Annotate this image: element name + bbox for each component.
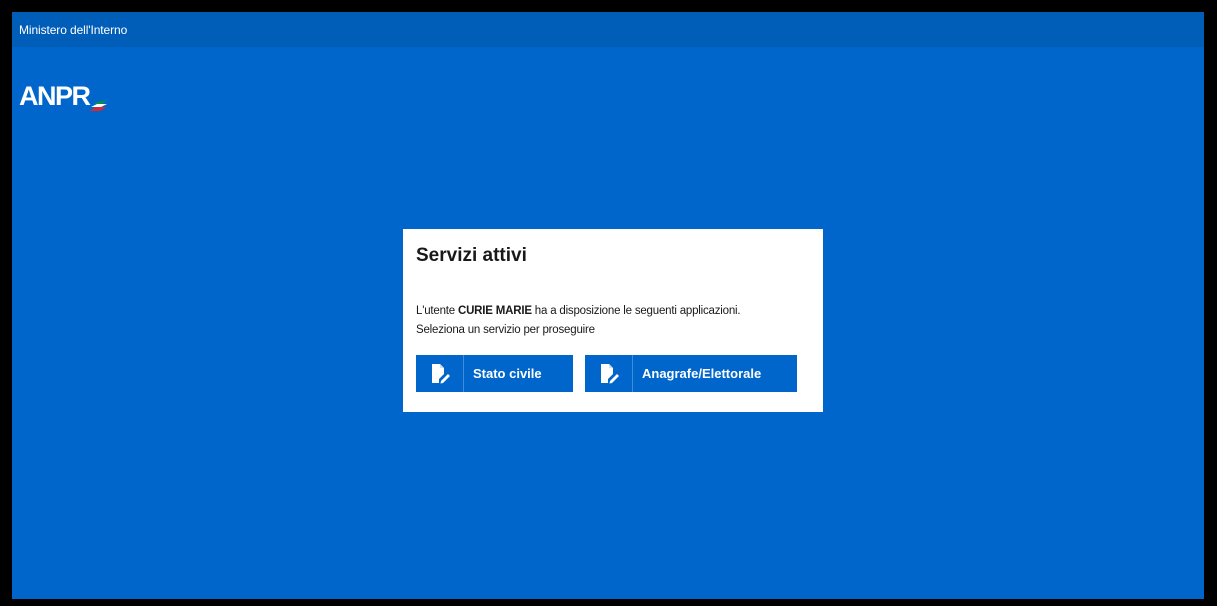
italian-flag-swoosh-icon <box>88 100 107 111</box>
anagrafe-elettorale-button[interactable]: Anagrafe/Elettorale <box>585 355 797 392</box>
user-availability-text: L'utente CURIE MARIE ha a disposizione l… <box>416 302 741 321</box>
intro-suffix: ha a disposizione le seguenti applicazio… <box>531 305 741 317</box>
intro-prefix: L'utente <box>416 305 458 317</box>
ministry-title[interactable]: Ministero dell'Interno <box>12 23 127 37</box>
anpr-logo[interactable]: ANPR <box>19 81 108 111</box>
document-edit-icon <box>585 355 633 392</box>
app-window: Ministero dell'Interno ANPR Servizi atti… <box>12 12 1204 599</box>
active-services-card: Servizi attivi L'utente CURIE MARIE ha a… <box>403 229 823 412</box>
instruction-text: Seleziona un servizio per proseguire <box>416 324 595 336</box>
card-title: Servizi attivi <box>416 245 527 266</box>
stato-civile-button[interactable]: Stato civile <box>416 355 573 392</box>
card-description: L'utente CURIE MARIE ha a disposizione l… <box>416 302 741 340</box>
top-header: Ministero dell'Interno <box>12 12 1204 47</box>
document-edit-icon <box>416 355 464 392</box>
user-name: CURIE MARIE <box>457 305 532 317</box>
anagrafe-elettorale-label: Anagrafe/Elettorale <box>642 366 762 381</box>
logo-text: ANPR <box>19 81 91 111</box>
stato-civile-label: Stato civile <box>473 366 542 381</box>
